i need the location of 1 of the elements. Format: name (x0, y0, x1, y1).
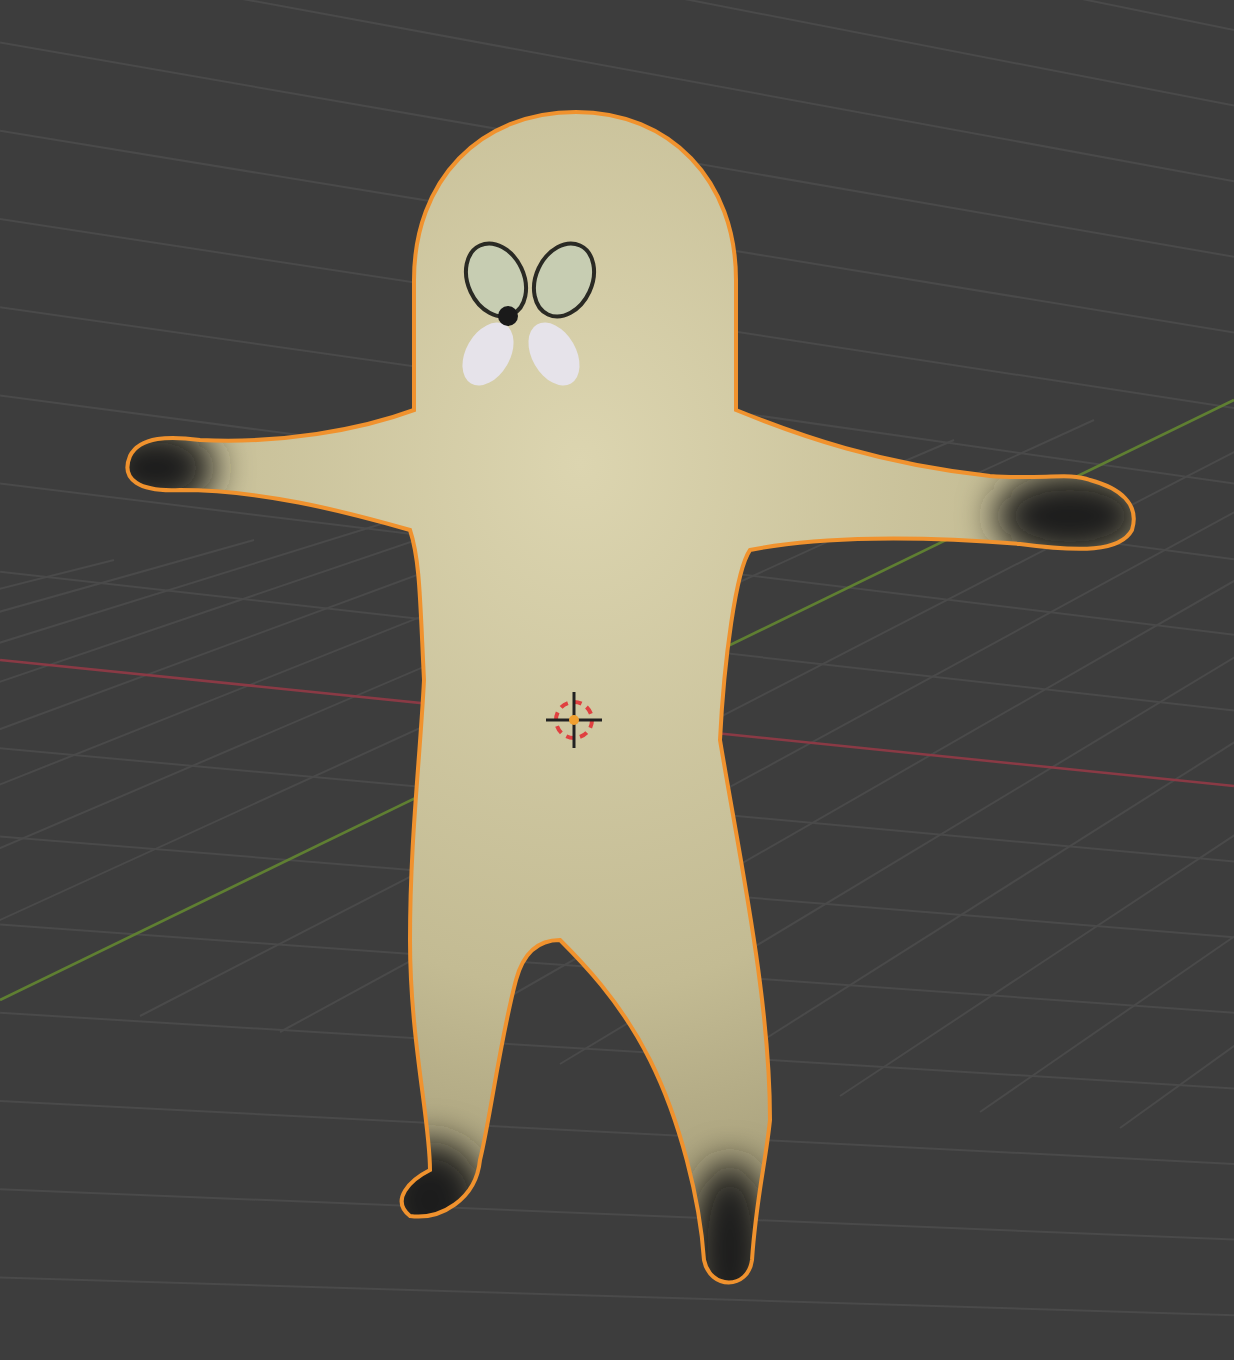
3d-cursor-icon (546, 692, 602, 748)
